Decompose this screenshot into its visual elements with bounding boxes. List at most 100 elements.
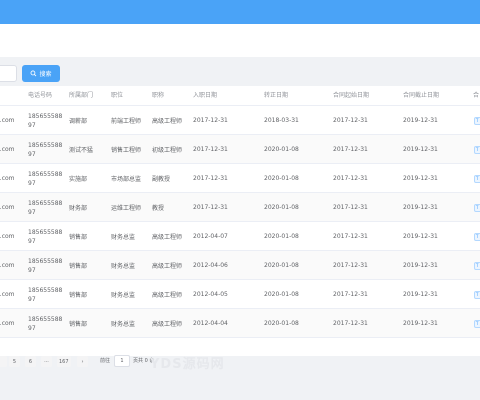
search-button[interactable]: 搜索 xyxy=(22,65,60,82)
column-header-position: 职位 xyxy=(111,92,124,99)
cell-dept: 测试不猛 xyxy=(69,147,94,154)
table-row[interactable]: g.com 实施部 市场部总监 副教授 2017-12-31 2020-01-08 2017… xyxy=(0,164,480,193)
cell-email: g.com xyxy=(0,291,15,298)
page-number-167[interactable]: 167 xyxy=(57,356,71,367)
cell-entry-date: 2012-04-07 xyxy=(193,233,228,240)
table-row[interactable]: g.com 测试不猛 销售工程师 初级工程师 2017-12-31 2020-01-08 2… xyxy=(0,135,480,164)
page-number-6[interactable]: 6 xyxy=(25,356,36,367)
cell-phone-line2: 97 xyxy=(28,324,36,332)
column-header-more: 合 xyxy=(473,92,480,99)
cell-regular-date: 2018-03-31 xyxy=(264,117,299,124)
cell-regular-date: 2020-01-08 xyxy=(264,262,299,269)
cell-contract-end: 2019-12-31 xyxy=(403,262,438,269)
cell-email: g.com xyxy=(0,320,15,327)
cell-phone: 185655588 97 xyxy=(28,280,62,309)
cell-contract-start: 2017-12-31 xyxy=(333,233,368,240)
page-number-5[interactable]: 5 xyxy=(9,356,20,367)
cell-contract-end: 2019-12-31 xyxy=(403,291,438,298)
cell-dept: 实施部 xyxy=(69,176,88,183)
status-tag: T xyxy=(474,233,480,241)
cell-phone-line2: 97 xyxy=(28,179,36,187)
cell-phone-line1: 185655588 xyxy=(28,141,63,149)
cell-phone-line1: 185655588 xyxy=(28,257,63,265)
cell-phone-line2: 97 xyxy=(28,121,36,129)
cell-contract-end: 2019-12-31 xyxy=(403,175,438,182)
cell-regular-date: 2020-01-08 xyxy=(264,146,299,153)
page-prev-partial[interactable] xyxy=(0,356,7,367)
search-icon xyxy=(31,70,37,77)
page-ellipsis[interactable]: ··· xyxy=(41,356,52,367)
cell-regular-date: 2020-01-08 xyxy=(264,233,299,240)
status-tag: T xyxy=(474,146,480,154)
cell-contract-end: 2019-12-31 xyxy=(403,320,438,327)
cell-entry-date: 2017-12-31 xyxy=(193,146,228,153)
cell-phone-line2: 97 xyxy=(28,237,36,245)
table-header: 电话号码 所属部门 职位 职称 入职日期 转正日期 合同起始日期 合同截止日期 … xyxy=(0,86,480,106)
cell-contract-start: 2017-12-31 xyxy=(333,146,368,153)
cell-title: 高级工程师 xyxy=(152,321,183,328)
cell-contract-end: 2019-12-31 xyxy=(403,146,438,153)
cell-contract-start: 2017-12-31 xyxy=(333,117,368,124)
cell-phone-line1: 185655588 xyxy=(28,112,63,120)
cell-email: g.com xyxy=(0,262,15,269)
cell-email: g.com xyxy=(0,146,15,153)
cell-phone: 185655588 97 xyxy=(28,222,62,251)
top-bar xyxy=(0,0,480,24)
header-area xyxy=(0,24,480,57)
search-input[interactable] xyxy=(0,65,17,82)
search-button-label: 搜索 xyxy=(39,71,52,78)
cell-regular-date: 2020-01-08 xyxy=(264,320,299,327)
table-row[interactable]: g.com 财务部 运维工程师 教授 2017-12-31 2020-01-08 2017-… xyxy=(0,193,480,222)
cell-regular-date: 2020-01-08 xyxy=(264,175,299,182)
cell-position: 财务总监 xyxy=(111,292,136,299)
table-row[interactable]: g.com 销售部 财务总监 高级工程师 2012-04-07 2020-01-08 201… xyxy=(0,222,480,251)
cell-entry-date: 2017-12-31 xyxy=(193,175,228,182)
cell-phone-line1: 185655588 xyxy=(28,315,63,323)
cell-phone-line1: 185655588 xyxy=(28,170,63,178)
status-tag: T xyxy=(474,175,480,183)
column-header-dept: 所属部门 xyxy=(69,92,94,99)
cell-phone: 185655588 97 xyxy=(28,251,62,280)
cell-title: 初级工程师 xyxy=(152,147,183,154)
cell-dept: 销售部 xyxy=(69,321,88,328)
employee-table: 电话号码 所属部门 职位 职称 入职日期 转正日期 合同起始日期 合同截止日期 … xyxy=(0,86,480,356)
cell-position: 财务总监 xyxy=(111,263,136,270)
cell-position: 市场部总监 xyxy=(111,176,142,183)
cell-position: 销售工程师 xyxy=(111,147,142,154)
cell-position: 财务总监 xyxy=(111,321,136,328)
column-header-title: 职称 xyxy=(152,92,165,99)
column-header-contract-end: 合同截止日期 xyxy=(403,92,440,99)
cell-phone: 185655588 97 xyxy=(28,309,62,338)
table-row[interactable]: g.com 调薪部 前端工程师 高级工程师 2017-12-31 2018-03-31 20… xyxy=(0,106,480,135)
cell-title: 教授 xyxy=(152,205,165,212)
table-row[interactable]: g.com 销售部 财务总监 高级工程师 2012-04-05 2020-01-08 201… xyxy=(0,280,480,309)
cell-phone-line2: 97 xyxy=(28,150,36,158)
watermark: YDS源码网 xyxy=(150,357,225,372)
cell-contract-start: 2017-12-31 xyxy=(333,320,368,327)
cell-entry-date: 2012-04-05 xyxy=(193,291,228,298)
cell-contract-start: 2017-12-31 xyxy=(333,262,368,269)
table-row[interactable]: g.com 销售部 财务总监 高级工程师 2012-04-06 2020-01-08 201… xyxy=(0,251,480,280)
status-tag: T xyxy=(474,320,480,328)
goto-prefix: 前往 xyxy=(100,358,111,364)
cell-phone-line2: 97 xyxy=(28,208,36,216)
column-header-contract-start: 合同起始日期 xyxy=(333,92,370,99)
goto-page-input[interactable]: 1 xyxy=(114,355,130,367)
cell-position: 运维工程师 xyxy=(111,205,142,212)
cell-position: 财务总监 xyxy=(111,234,136,241)
cell-phone-line1: 185655588 xyxy=(28,286,63,294)
cell-dept: 销售部 xyxy=(69,263,88,270)
cell-email: g.com xyxy=(0,117,15,124)
cell-contract-end: 2019-12-31 xyxy=(403,233,438,240)
table-row[interactable]: g.com 销售部 财务总监 高级工程师 2012-04-04 2020-01-08 201… xyxy=(0,309,480,338)
cell-dept: 销售部 xyxy=(69,292,88,299)
cell-phone: 185655588 97 xyxy=(28,164,62,193)
cell-email: g.com xyxy=(0,233,15,240)
column-header-entry-date: 入职日期 xyxy=(193,92,218,99)
cell-title: 副教授 xyxy=(152,176,171,183)
status-tag: T xyxy=(474,204,480,212)
cell-phone-line1: 185655588 xyxy=(28,199,63,207)
next-page-button[interactable]: › xyxy=(77,356,88,367)
cell-regular-date: 2020-01-08 xyxy=(264,204,299,211)
cell-phone-line1: 185655588 xyxy=(28,228,63,236)
